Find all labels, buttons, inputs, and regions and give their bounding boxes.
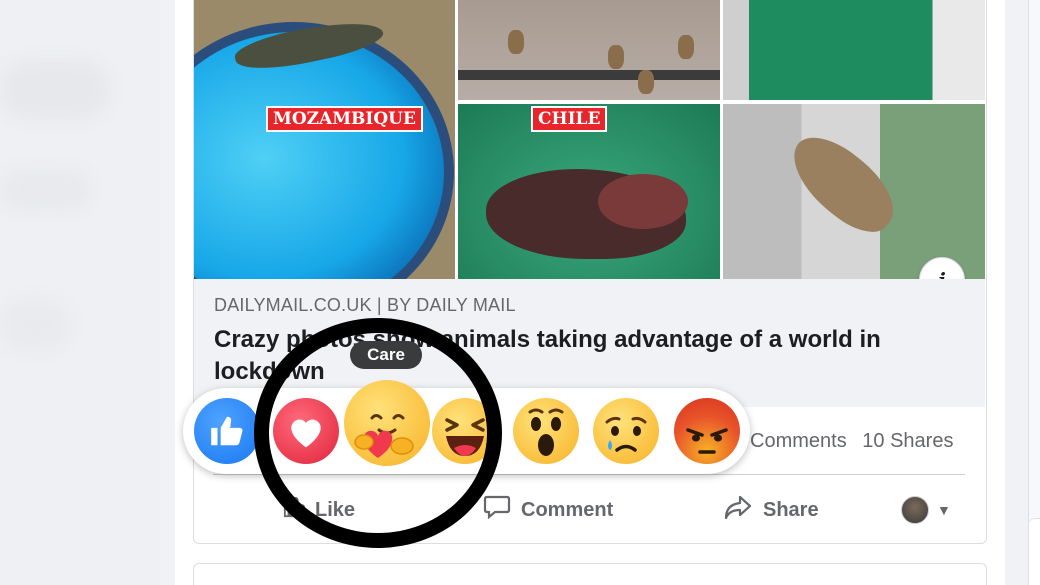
comment-label: Comment [521,498,614,521]
comment-icon [483,494,511,527]
blurred-item [0,60,110,120]
like-reaction-icon[interactable] [194,398,260,464]
monkeys-street-photo [458,0,720,100]
share-button[interactable]: Share [723,490,819,530]
cougar [777,123,909,245]
pool-water [194,22,454,279]
source-domain: DAILYMAIL.CO.UK [214,295,372,315]
blurred-item [0,300,70,350]
link-source: DAILYMAIL.CO.UK | BY DAILY MAIL [214,295,516,316]
right-card-edge [1029,518,1040,585]
green-wall-photo [723,0,985,100]
image-tag-chile: CHILE [531,106,608,132]
source-separator: | [376,295,382,315]
caret-down-icon: ▼ [937,502,951,518]
share-label: Share [763,498,819,521]
comments-count[interactable]: Comments [750,430,847,452]
shares-count[interactable]: 10 Shares [862,430,953,452]
post-stats: Comments 10 Shares [750,430,963,453]
monkey [608,45,624,69]
source-by: BY DAILY MAIL [387,295,516,315]
comment-button[interactable]: Comment [483,490,613,530]
image-tag-mozambique: MOZAMBIQUE [266,106,423,132]
next-post-card [193,563,987,585]
avatar [901,496,929,524]
monkey [678,35,694,59]
cougar-photo [723,104,985,279]
angry-reaction-icon[interactable] [674,398,740,464]
hippo-head [598,174,688,229]
curb [458,70,720,80]
right-column-edge [1028,0,1040,585]
monkey [508,30,524,54]
wow-reaction-icon[interactable] [513,398,579,464]
pool-crocodile-photo [194,0,455,279]
sad-reaction-icon[interactable] [593,398,659,464]
annotation-circle [254,318,502,548]
left-sidebar-blurred [0,0,160,585]
share-arrow-icon [723,494,753,527]
reaction-audience-selector[interactable]: ▼ [901,490,951,530]
link-preview-image[interactable] [194,0,985,279]
blurred-item [0,170,90,210]
monkey [638,70,654,94]
